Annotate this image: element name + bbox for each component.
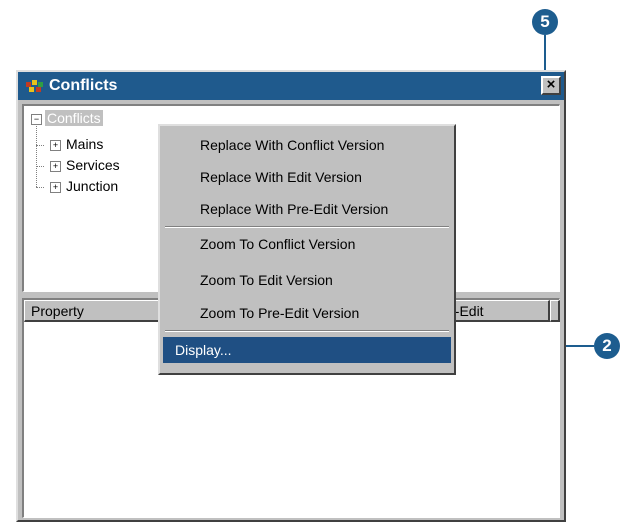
tree-root-label: Conflicts xyxy=(45,110,103,126)
tree-line xyxy=(36,126,37,187)
tree-line xyxy=(36,187,44,188)
title-bar[interactable]: Conflicts × xyxy=(18,72,564,100)
tree-item-services[interactable]: Services xyxy=(66,157,120,173)
tree-line xyxy=(36,145,44,146)
menu-zoom-to-edit-version[interactable]: Zoom To Edit Version xyxy=(163,267,451,293)
callout-2-label: 2 xyxy=(602,336,612,355)
tree-root[interactable]: Conflicts xyxy=(45,110,103,126)
menu-replace-with-pre-edit-version[interactable]: Replace With Pre-Edit Version xyxy=(163,196,451,222)
tree-line xyxy=(36,166,44,167)
conflicts-app-icon xyxy=(26,80,43,92)
tree-expander-mains[interactable]: + xyxy=(50,140,61,151)
column-header-pre-edit[interactable]: Pre-Edit xyxy=(442,300,550,322)
callout-5-leader xyxy=(544,35,546,74)
tree-item-junction[interactable]: Junction xyxy=(66,178,118,194)
menu-replace-with-edit-version[interactable]: Replace With Edit Version xyxy=(163,164,451,190)
column-header-property[interactable]: Property xyxy=(24,300,169,322)
menu-separator xyxy=(165,226,449,228)
tree-root-expander[interactable]: − xyxy=(31,114,42,125)
tree-expander-junction[interactable]: + xyxy=(50,182,61,193)
context-menu: Replace With Conflict Version Replace Wi… xyxy=(158,124,456,375)
menu-zoom-to-pre-edit-version[interactable]: Zoom To Pre-Edit Version xyxy=(163,300,451,326)
menu-replace-with-conflict-version[interactable]: Replace With Conflict Version xyxy=(163,132,451,158)
tree-expander-services[interactable]: + xyxy=(50,161,61,172)
close-icon[interactable]: × xyxy=(541,76,561,95)
menu-separator xyxy=(165,330,449,332)
menu-display[interactable]: Display... xyxy=(163,337,451,363)
tree-item-mains[interactable]: Mains xyxy=(66,136,103,152)
callout-5: 5 xyxy=(532,9,558,35)
menu-zoom-to-conflict-version[interactable]: Zoom To Conflict Version xyxy=(163,231,451,257)
window-title: Conflicts xyxy=(49,77,118,94)
callout-5-label: 5 xyxy=(540,12,550,31)
column-header-blank[interactable] xyxy=(550,300,560,322)
callout-2: 2 xyxy=(594,333,620,359)
